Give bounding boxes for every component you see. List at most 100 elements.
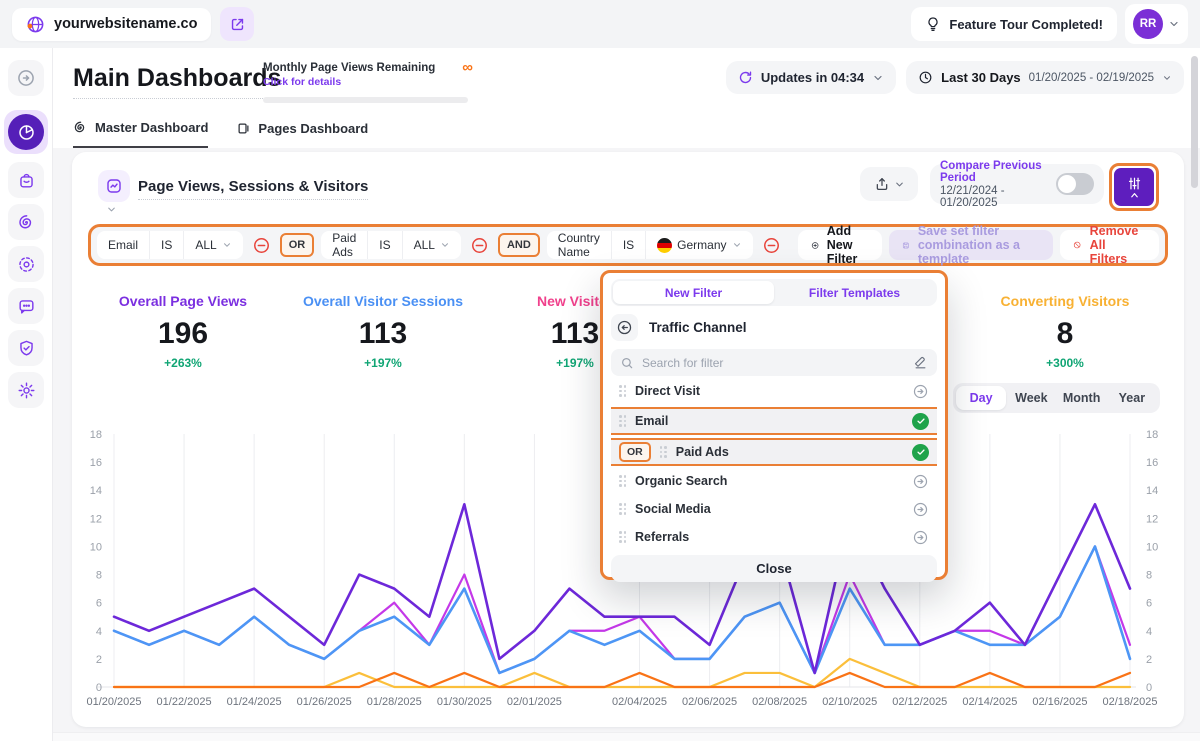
compare-dates: 12/21/2024 - 01/20/2025: [940, 185, 1048, 209]
filter-value-dropdown[interactable]: Germany: [645, 231, 752, 259]
period-day[interactable]: Day: [956, 386, 1006, 410]
compare-toggle[interactable]: [1056, 173, 1094, 195]
line-chart-icon: [105, 177, 123, 195]
filter-joiner-or[interactable]: OR: [280, 233, 315, 257]
svg-text:01/28/2025: 01/28/2025: [367, 696, 422, 708]
minus-circle-icon: [470, 236, 489, 255]
svg-text:14: 14: [1146, 485, 1158, 497]
svg-text:02/06/2025: 02/06/2025: [682, 696, 737, 708]
filter-popup: New Filter Filter Templates Traffic Chan…: [600, 270, 948, 580]
chevron-up-icon: [1129, 191, 1140, 199]
svg-text:01/22/2025: 01/22/2025: [157, 696, 212, 708]
drag-handle-icon: [619, 385, 626, 397]
add-option-button[interactable]: [912, 529, 929, 546]
account-menu[interactable]: RR: [1125, 4, 1188, 44]
popup-tabs: New Filter Filter Templates: [611, 279, 937, 306]
filter-panel-button[interactable]: [1114, 168, 1154, 206]
add-option-button[interactable]: [912, 501, 929, 518]
period-month[interactable]: Month: [1057, 386, 1107, 410]
tab-label: Master Dashboard: [95, 120, 208, 135]
content-area: Page Views, Sessions & Visitors Compare …: [53, 148, 1200, 741]
filter-field[interactable]: Email: [97, 231, 149, 259]
arrow-right-circle-icon: [16, 68, 36, 88]
vertical-scrollbar[interactable]: [1191, 56, 1198, 188]
filter-option-direct-visit[interactable]: Direct Visit: [611, 378, 937, 404]
arrow-left-circle-icon: [616, 319, 633, 336]
popup-tab-new-filter[interactable]: New Filter: [613, 281, 774, 304]
tab-pages-dashboard[interactable]: Pages Dashboard: [236, 120, 368, 148]
add-option-button[interactable]: [912, 383, 929, 400]
chevron-down-icon: [1162, 73, 1172, 83]
stat-overall-page-views: Overall Page Views 196 +263%: [93, 293, 273, 370]
open-site-button[interactable]: [220, 7, 254, 41]
or-joiner-chip[interactable]: OR: [619, 442, 651, 462]
filter-joiner-and[interactable]: AND: [498, 233, 540, 257]
sidebar-item-settings[interactable]: [8, 372, 44, 408]
svg-text:01/30/2025: 01/30/2025: [437, 696, 492, 708]
filter-field[interactable]: Paid Ads: [321, 231, 367, 259]
drag-handle-icon: [660, 446, 667, 458]
widget-icon: [98, 170, 130, 202]
filter-operator[interactable]: IS: [611, 231, 645, 259]
add-new-filter-button[interactable]: Add New Filter: [798, 230, 883, 260]
sidebar-item-feedback[interactable]: [8, 288, 44, 324]
svg-text:14: 14: [90, 485, 102, 497]
filter-option-referrals[interactable]: Referrals: [611, 524, 937, 550]
updates-dropdown[interactable]: Updates in 04:34: [726, 61, 896, 94]
spiral-icon: [17, 213, 36, 232]
quota-details-link[interactable]: Click for details: [263, 76, 473, 88]
svg-text:18: 18: [90, 429, 102, 441]
svg-text:02/04/2025: 02/04/2025: [612, 696, 667, 708]
site-name: yourwebsitename.co: [54, 16, 197, 32]
feature-tour-button[interactable]: Feature Tour Completed!: [911, 7, 1117, 41]
infinity-badge: ∞: [462, 62, 473, 74]
save-filter-template-button[interactable]: Save set filter combination as a templat…: [889, 230, 1053, 260]
widget-collapse-chevron[interactable]: [106, 202, 117, 220]
compare-previous-period: Compare Previous Period 12/21/2024 - 01/…: [930, 164, 1104, 204]
compare-label: Compare Previous Period: [940, 160, 1048, 184]
svg-text:18: 18: [1146, 429, 1158, 441]
eraser-icon[interactable]: [913, 355, 928, 370]
filter-value-dropdown[interactable]: ALL: [183, 231, 242, 259]
site-selector[interactable]: yourwebsitename.co: [12, 8, 211, 41]
spiral-icon: [73, 120, 88, 135]
sidebar-item-seo[interactable]: [8, 330, 44, 366]
globe-icon: [26, 15, 45, 34]
filter-option-social-media[interactable]: Social Media: [611, 496, 937, 522]
horizontal-scrollbar[interactable]: [53, 732, 1200, 741]
plus-circle-icon: [811, 237, 819, 254]
sidebar-item-ecommerce[interactable]: [8, 162, 44, 198]
filter-option-organic-search[interactable]: Organic Search: [611, 468, 937, 494]
export-button[interactable]: [860, 167, 918, 201]
sidebar-item-heatmaps[interactable]: [8, 204, 44, 240]
filter-option-email[interactable]: Email: [611, 407, 937, 435]
popup-tab-filter-templates[interactable]: Filter Templates: [774, 281, 935, 304]
period-year[interactable]: Year: [1107, 386, 1157, 410]
tab-master-dashboard[interactable]: Master Dashboard: [73, 120, 208, 148]
filter-value-dropdown[interactable]: ALL: [402, 231, 461, 259]
sidebar-expand-button[interactable]: [8, 60, 44, 96]
search-input[interactable]: [642, 356, 905, 370]
period-week[interactable]: Week: [1006, 386, 1056, 410]
svg-text:4: 4: [96, 626, 102, 638]
add-option-button[interactable]: [912, 473, 929, 490]
sidebar-item-session-recording[interactable]: [8, 246, 44, 282]
filter-operator[interactable]: IS: [149, 231, 183, 259]
search-icon: [620, 356, 634, 370]
remove-filter-button[interactable]: [760, 236, 783, 255]
chevron-down-icon: [732, 240, 742, 250]
filter-operator[interactable]: IS: [367, 231, 401, 259]
date-range-dropdown[interactable]: Last 30 Days 01/20/2025 - 02/19/2025: [906, 61, 1184, 94]
svg-text:02/01/2025: 02/01/2025: [507, 696, 562, 708]
minus-circle-icon: [252, 236, 271, 255]
remove-filter-button[interactable]: [468, 236, 491, 255]
selected-check-icon: [912, 444, 929, 461]
remove-all-filters-button[interactable]: Remove All Filters: [1060, 230, 1159, 260]
back-button[interactable]: [611, 314, 638, 341]
filter-field[interactable]: Country Name: [547, 231, 611, 259]
svg-text:02/08/2025: 02/08/2025: [752, 696, 807, 708]
filter-option-paid-ads[interactable]: OR Paid Ads: [611, 438, 937, 466]
popup-close-button[interactable]: Close: [611, 555, 937, 582]
sidebar-item-dashboards[interactable]: [4, 110, 48, 154]
remove-filter-button[interactable]: [250, 236, 273, 255]
